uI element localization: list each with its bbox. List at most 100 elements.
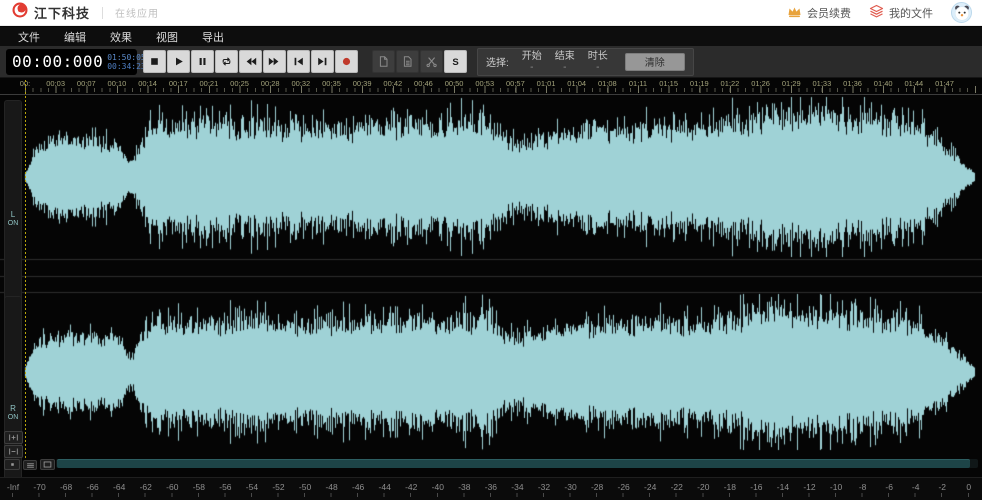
- member-renewal-link[interactable]: 会员续费: [787, 5, 851, 21]
- db-label: -32: [538, 482, 550, 492]
- ruler-label: 00:10: [108, 79, 127, 88]
- waveform-area: 00:00:0300:0700:1000:1400:1700:2100:2500…: [0, 78, 982, 477]
- menu-item-4[interactable]: 导出: [202, 29, 224, 45]
- selection-start-value: -: [530, 62, 533, 73]
- menu-bar: 文件 编辑 效果 视图 导出: [0, 27, 982, 46]
- menu-item-1[interactable]: 编辑: [64, 29, 86, 45]
- pause-icon: [196, 55, 209, 68]
- save-file-icon: [401, 55, 414, 68]
- member-renewal-label: 会员续费: [807, 5, 851, 21]
- vip-crown-icon: [787, 5, 802, 21]
- ruler-label: 01:26: [751, 79, 770, 88]
- fit-button[interactable]: [40, 459, 55, 470]
- db-label: -Inf: [7, 482, 19, 492]
- menu-item-2[interactable]: 效果: [110, 29, 132, 45]
- ruler-label: 01:01: [537, 79, 556, 88]
- clear-selection-button[interactable]: 清除: [625, 53, 685, 71]
- timeline-ruler[interactable]: 00:00:0300:0700:1000:1400:1700:2100:2500…: [0, 78, 982, 95]
- db-label: -44: [379, 482, 391, 492]
- new-file-button[interactable]: [372, 50, 395, 73]
- transport-buttons: [143, 50, 358, 73]
- ruler-label: 00:35: [322, 79, 341, 88]
- selection-label: 选择:: [486, 54, 509, 69]
- db-label: -4: [912, 482, 920, 492]
- brand-logo-icon: [12, 2, 28, 23]
- ruler-label: 01:29: [782, 79, 801, 88]
- db-label: -8: [859, 482, 867, 492]
- avatar[interactable]: [951, 2, 972, 23]
- h-zoom-out-icon: [8, 446, 19, 457]
- skip-to-start-button[interactable]: [287, 50, 310, 73]
- my-files-label: 我的文件: [889, 5, 933, 21]
- ruler-label: 01:40: [874, 79, 893, 88]
- menu-item-0[interactable]: 文件: [18, 29, 40, 45]
- audio-editor-app: 江下科技 在线应用 会员续费: [0, 0, 982, 500]
- db-label: -46: [352, 482, 364, 492]
- db-label: -16: [750, 482, 762, 492]
- db-label: -42: [405, 482, 417, 492]
- ruler-label: 00:28: [261, 79, 280, 88]
- ruler-label: 01:44: [904, 79, 923, 88]
- skip-to-start-icon: [292, 55, 305, 68]
- rewind-button[interactable]: [239, 50, 262, 73]
- db-label: -68: [60, 482, 72, 492]
- db-label: 0: [966, 482, 971, 492]
- h-zoom-in-button[interactable]: [4, 431, 23, 444]
- selection-end-label: 结束: [555, 51, 575, 62]
- db-label: -28: [591, 482, 603, 492]
- menu-item-3[interactable]: 视图: [156, 29, 178, 45]
- time-display: 00:00:000 01:50:053 00:34:231: [6, 49, 137, 75]
- ruler-label: 00:53: [475, 79, 494, 88]
- db-label: -70: [33, 482, 45, 492]
- list-icon: [25, 460, 36, 471]
- db-label: -6: [885, 482, 893, 492]
- save-file-button[interactable]: [396, 50, 419, 73]
- stop-button[interactable]: [143, 50, 166, 73]
- selection-end: 结束 -: [555, 51, 575, 73]
- s-tool-button[interactable]: S: [444, 50, 467, 73]
- app-header: 江下科技 在线应用 会员续费: [0, 0, 982, 26]
- scrollbar-thumb[interactable]: [57, 459, 970, 468]
- brand-name: 江下科技: [34, 3, 90, 22]
- db-label: -2: [938, 482, 946, 492]
- db-label: -26: [617, 482, 629, 492]
- list-button[interactable]: [23, 460, 37, 470]
- db-label: -64: [113, 482, 125, 492]
- ruler-label: 00:25: [230, 79, 249, 88]
- ruler-label: 00:32: [291, 79, 310, 88]
- ruler-label: 00:42: [383, 79, 402, 88]
- selection-duration-label: 时长: [588, 51, 608, 62]
- track-right-state-label: ON: [8, 414, 19, 421]
- cut-button[interactable]: [420, 50, 443, 73]
- playhead-cursor[interactable]: [25, 80, 26, 470]
- my-files-link[interactable]: 我的文件: [869, 4, 933, 21]
- db-label: -40: [432, 482, 444, 492]
- edit-buttons: S: [372, 50, 467, 73]
- db-label: -62: [140, 482, 152, 492]
- ruler-label: 01:11: [629, 79, 647, 88]
- play-button[interactable]: [167, 50, 190, 73]
- h-zoom-in-icon: [8, 432, 19, 443]
- h-zoom-out-button[interactable]: [4, 445, 23, 458]
- record-button[interactable]: [335, 50, 358, 73]
- header-actions: 会员续费 我的文件: [787, 2, 972, 23]
- loop-button[interactable]: [215, 50, 238, 73]
- ruler-label: 01:19: [690, 79, 709, 88]
- db-label: -36: [485, 482, 497, 492]
- selection-panel: 选择: 开始 - 结束 - 时长 - 清除: [477, 48, 694, 76]
- skip-to-end-button[interactable]: [311, 50, 334, 73]
- waveform-canvas[interactable]: [0, 95, 982, 477]
- db-label: -52: [272, 482, 284, 492]
- selection-start: 开始 -: [522, 51, 542, 73]
- snap-button[interactable]: [4, 459, 20, 470]
- selection-duration: 时长 -: [588, 51, 608, 73]
- play-icon: [172, 55, 185, 68]
- skip-to-end-icon: [316, 55, 329, 68]
- ruler-label: 01:15: [659, 79, 678, 88]
- db-label: -22: [671, 482, 683, 492]
- ruler-label: 01:22: [721, 79, 740, 88]
- pause-button[interactable]: [191, 50, 214, 73]
- ruler-label: 00:39: [353, 79, 372, 88]
- s-tool-icon: S: [449, 55, 462, 68]
- fast-forward-button[interactable]: [263, 50, 286, 73]
